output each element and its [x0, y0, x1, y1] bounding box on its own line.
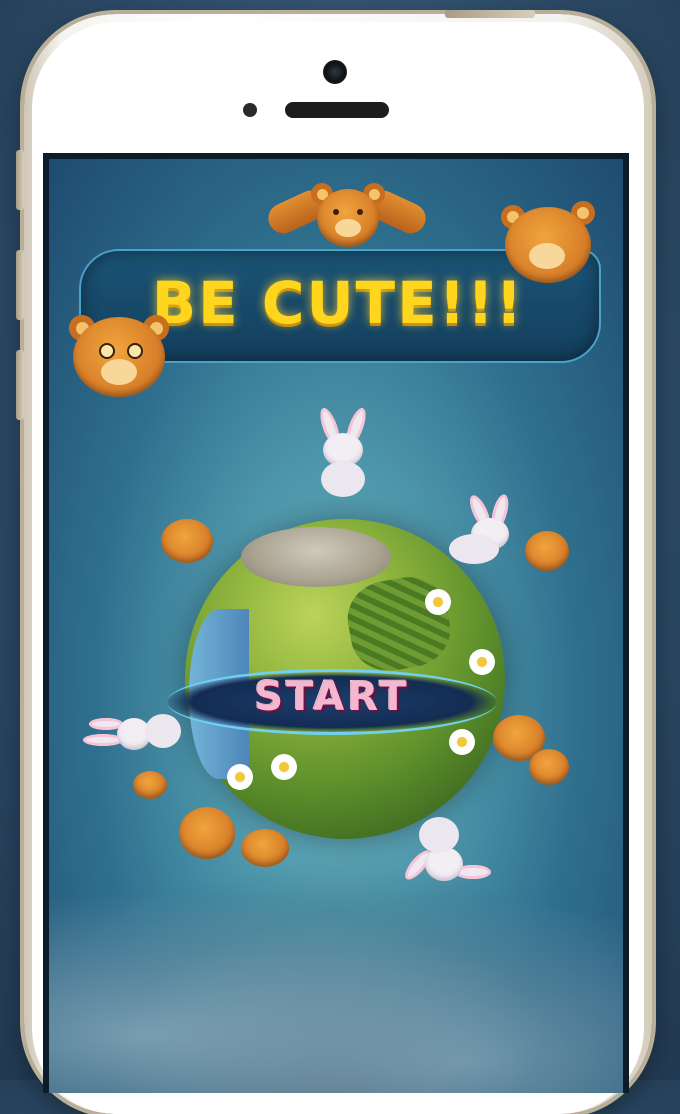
bear-top-right-icon — [499, 197, 599, 297]
bunny-right-icon — [449, 492, 529, 574]
bunny-bottom-icon — [401, 817, 491, 897]
flower-icon — [271, 754, 297, 780]
bear-globe-bottom-icon — [179, 807, 309, 877]
mute-switch — [16, 150, 24, 210]
volume-up-button — [16, 250, 24, 320]
cloud-layer — [49, 853, 623, 1093]
game-background: BE CUTE!!! START — [49, 159, 623, 1093]
start-button-label[interactable]: START — [167, 674, 497, 720]
flower-icon — [425, 589, 451, 615]
bunny-top-icon — [316, 405, 377, 507]
bear-paw-icon — [133, 771, 169, 801]
start-button[interactable]: START — [167, 654, 497, 744]
flower-icon — [227, 764, 253, 790]
bear-left-icon — [69, 309, 169, 409]
globe-rocks — [241, 527, 391, 587]
sensor-icon — [243, 103, 257, 117]
bear-globe-lower-right-icon — [493, 715, 573, 795]
front-camera-icon — [323, 60, 347, 84]
bear-globe-left-icon — [161, 519, 221, 569]
phone-screen: BE CUTE!!! START — [43, 153, 629, 1093]
bear-top-center-icon — [263, 179, 431, 259]
earpiece-speaker — [285, 102, 389, 118]
power-button — [445, 10, 535, 18]
volume-down-button — [16, 350, 24, 420]
bear-globe-right-icon — [525, 531, 575, 581]
